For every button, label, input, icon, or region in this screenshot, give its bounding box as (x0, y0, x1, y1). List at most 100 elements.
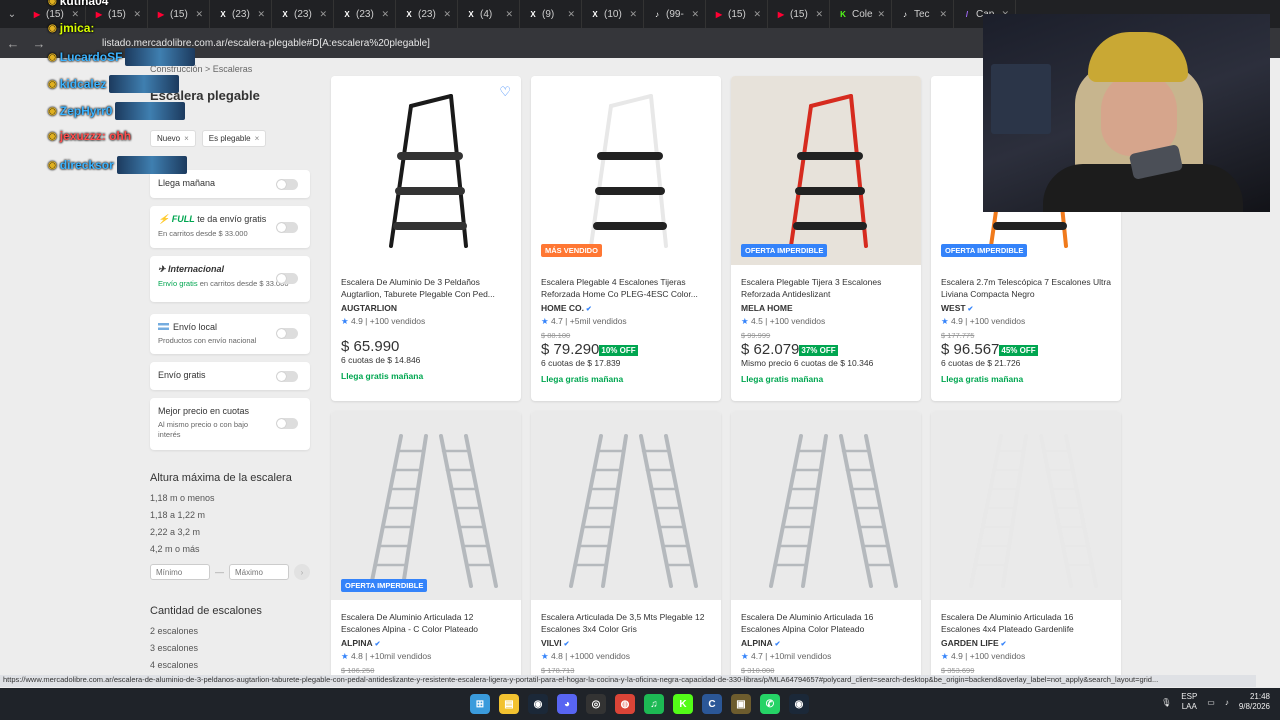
explorer-icon[interactable]: ▤ (499, 694, 519, 714)
product-title[interactable]: Escalera Plegable Tijera 3 Escalones Ref… (741, 277, 911, 301)
max-height-input[interactable] (229, 564, 289, 580)
product-title[interactable]: Escalera De Aluminio De 3 Peldaños Augta… (341, 277, 511, 301)
sold-count: +1000 vendidos (569, 651, 631, 661)
llega-toggle[interactable] (276, 179, 298, 190)
product-image[interactable] (531, 411, 721, 600)
browser-tab[interactable]: ▶ (15) ✕ (768, 0, 830, 28)
tab-close-icon[interactable]: ✕ (381, 9, 389, 20)
browser-tab[interactable]: ▶ (15) ✕ (706, 0, 768, 28)
product-image[interactable] (731, 411, 921, 600)
full-logo: ⚡ FULL (158, 214, 195, 224)
browser-tab[interactable]: X (23) ✕ (334, 0, 396, 28)
tab-close-icon[interactable]: ✕ (815, 9, 823, 20)
gratis-toggle[interactable] (276, 371, 298, 382)
filter-full[interactable]: ⚡ FULL te da envío gratis En carritos de… (150, 206, 310, 248)
browser-tab[interactable]: X (9) ✕ (520, 0, 582, 28)
range-go-icon[interactable]: › (294, 564, 310, 580)
kick-icon[interactable]: K (673, 694, 693, 714)
chat-message: ◉ LucardoSF (48, 48, 196, 66)
tab-close-icon[interactable]: ✕ (939, 9, 947, 20)
lang-code: ESP (1181, 692, 1198, 701)
tab-close-icon[interactable]: ✕ (753, 9, 761, 20)
tab-close-icon[interactable]: ✕ (257, 9, 265, 20)
altura-option[interactable]: 1,18 a 1,22 m (150, 510, 205, 520)
spotify-icon[interactable]: ♫ (644, 694, 664, 714)
installments: Mismo precio 6 cuotas de $ 10.346 (741, 358, 874, 368)
tab-close-icon[interactable]: ✕ (505, 9, 513, 20)
product-title[interactable]: Escalera Plegable 4 Escalones Tijeras Re… (541, 277, 711, 301)
browser-tab[interactable]: ♪ (99- ✕ (644, 0, 706, 28)
tab-title: (15) (728, 8, 746, 20)
local-toggle[interactable] (276, 328, 298, 339)
tab-close-icon[interactable]: ✕ (319, 9, 327, 20)
browser-tab[interactable]: X (23) ✕ (396, 0, 458, 28)
clock[interactable]: 21:48 9/8/2026 (1239, 692, 1270, 713)
product-card[interactable]: Escalera De Aluminio Articulada 16 Escal… (931, 411, 1121, 675)
cuotas-toggle[interactable] (276, 418, 298, 429)
chrome-icon[interactable]: ◍ (615, 694, 635, 714)
product-title[interactable]: Escalera De Aluminio Articulada 16 Escal… (941, 612, 1111, 636)
product-image[interactable]: ♡ (331, 76, 521, 265)
product-title[interactable]: Escalera 2.7m Telescópica 7 Escalones Ul… (941, 277, 1111, 301)
back-icon[interactable]: ← (0, 36, 26, 51)
product-title[interactable]: Escalera De Aluminio Articulada 12 Escal… (341, 612, 511, 636)
intl-toggle[interactable] (276, 273, 298, 284)
product-card[interactable]: OFERTA IMPERDIBLE Escalera De Aluminio Ar… (331, 411, 521, 675)
product-card[interactable]: OFERTA IMPERDIBLE Escalera Plegable Tijer… (731, 76, 921, 401)
rating-value: 4.8 (350, 651, 363, 661)
product-body: Escalera De Aluminio Articulada 12 Escal… (331, 600, 521, 675)
escalones-option[interactable]: 4 escalones (150, 660, 198, 670)
product-image[interactable] (931, 411, 1121, 600)
tab-close-icon[interactable]: ✕ (877, 9, 885, 20)
tab-close-icon[interactable]: ✕ (567, 9, 575, 20)
tab-close-icon[interactable]: ✕ (629, 9, 637, 20)
chip-remove-icon[interactable]: × (255, 134, 260, 143)
filter-mejor-precio-cuotas[interactable]: Mejor precio en cuotas Al mismo precio o… (150, 398, 310, 450)
favorite-heart-icon[interactable]: ♡ (499, 84, 511, 100)
windows-icon[interactable]: ⊞ (470, 694, 490, 714)
whatsapp-icon[interactable]: ✆ (760, 694, 780, 714)
browser-tab[interactable]: K Cole ✕ (830, 0, 892, 28)
product-image[interactable]: MÁS VENDIDO (531, 76, 721, 265)
product-card[interactable]: MÁS VENDIDO Escalera Plegable 4 Escalones… (531, 76, 721, 401)
product-card[interactable]: Escalera Articulada De 3,5 Mts Plegable … (531, 411, 721, 675)
product-card[interactable]: Escalera De Aluminio Articulada 16 Escal… (731, 411, 921, 675)
tab-search-icon[interactable]: ⌄ (0, 0, 24, 28)
ccleaner-icon[interactable]: C (702, 694, 722, 714)
product-card[interactable]: ♡ Escalera De Aluminio De 3 Peldaños Augt… (331, 76, 521, 401)
tab-close-icon[interactable]: ✕ (691, 9, 699, 20)
product-image[interactable]: OFERTA IMPERDIBLE (331, 411, 521, 600)
steam-icon[interactable]: ◉ (528, 694, 548, 714)
tab-close-icon[interactable]: ✕ (443, 9, 451, 20)
obs-icon[interactable]: ◎ (586, 694, 606, 714)
product-rating: ★ 4.7 | +5mil vendidos (541, 316, 711, 327)
product-badge: MÁS VENDIDO (541, 244, 602, 257)
filter-envio-gratis[interactable]: Envío gratis (150, 362, 310, 390)
product-title[interactable]: Escalera De Aluminio Articulada 16 Escal… (741, 612, 911, 636)
filter-internacional[interactable]: ✈ Internacional Envío gratis en carritos… (150, 256, 310, 302)
browser-tab[interactable]: X (10) ✕ (582, 0, 644, 28)
altura-option[interactable]: 4,2 m o más (150, 544, 200, 554)
product-title[interactable]: Escalera Articulada De 3,5 Mts Plegable … (541, 612, 711, 636)
steam2-icon[interactable]: ◉ (789, 694, 809, 714)
clock-time: 21:48 (1249, 692, 1270, 701)
mic-icon[interactable]: 🎙 (1161, 698, 1171, 707)
altura-option[interactable]: 2,22 a 3,2 m (150, 527, 200, 537)
discord-icon[interactable]: ◕ (557, 694, 577, 714)
browser-tab[interactable]: X (4) ✕ (458, 0, 520, 28)
browser-tab[interactable]: ♪ Tec ✕ (892, 0, 954, 28)
network-icon[interactable]: ▭ (1207, 698, 1215, 707)
escalones-option[interactable]: 2 escalones (150, 626, 198, 636)
product-brand-row: GARDEN LIFE ✔ (941, 638, 1111, 648)
min-height-input[interactable] (150, 564, 210, 580)
full-toggle[interactable] (276, 222, 298, 233)
language-indicator[interactable]: ESP LAA (1181, 692, 1197, 713)
escalones-option[interactable]: 3 escalones (150, 643, 198, 653)
filter-envio-local[interactable]: Envío local Productos con envío nacional (150, 314, 310, 354)
webcam-face (1101, 72, 1177, 156)
gallery-icon[interactable]: ▣ (731, 694, 751, 714)
browser-tab[interactable]: X (23) ✕ (272, 0, 334, 28)
volume-icon[interactable]: ♪ (1225, 698, 1229, 707)
altura-option[interactable]: 1,18 m o menos (150, 493, 215, 503)
product-image[interactable]: OFERTA IMPERDIBLE (731, 76, 921, 265)
